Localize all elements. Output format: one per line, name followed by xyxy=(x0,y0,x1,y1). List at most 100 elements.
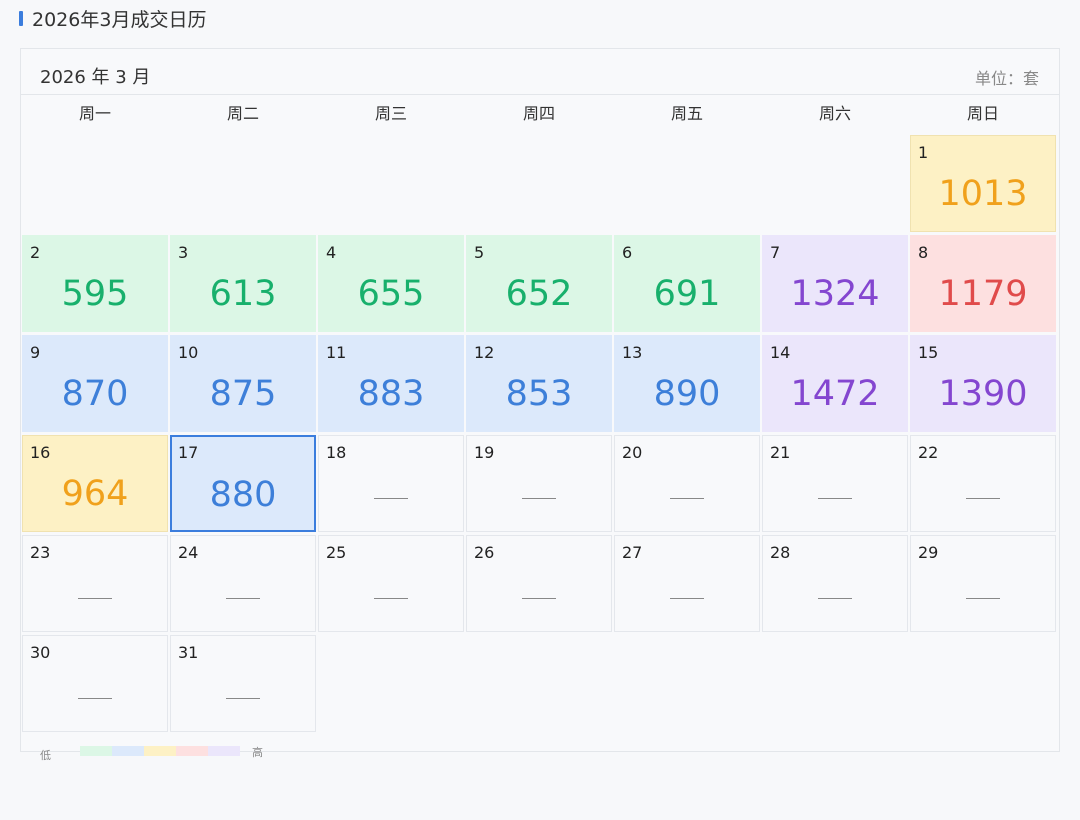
day-number: 30 xyxy=(30,643,51,662)
day-number: 26 xyxy=(474,543,495,562)
day-cell[interactable]: 3 613 xyxy=(170,235,316,332)
page-title: 2026年3月成交日历 xyxy=(32,8,207,31)
weekday-thu: 周四 xyxy=(522,104,555,123)
weekday-header-row: 周一 周二 周三 周四 周五 周六 周日 xyxy=(21,95,1059,133)
day-value: 691 xyxy=(653,274,721,314)
month-label: 2026 年 3 月 xyxy=(40,67,151,88)
weekday-mon: 周一 xyxy=(78,104,111,123)
day-value: 613 xyxy=(209,274,277,314)
day-number: 25 xyxy=(326,543,347,562)
day-number: 14 xyxy=(770,343,791,362)
no-data-dash xyxy=(670,598,704,599)
legend-swatch xyxy=(176,746,208,756)
day-cell[interactable]: 18 xyxy=(318,435,464,532)
title-accent-bar xyxy=(19,10,23,26)
day-number: 27 xyxy=(622,543,643,562)
day-number: 23 xyxy=(30,543,51,562)
day-number: 20 xyxy=(622,443,643,462)
legend-swatch xyxy=(112,746,144,756)
day-cell[interactable]: 19 xyxy=(466,435,612,532)
no-data-dash xyxy=(522,498,556,499)
day-cell[interactable]: 16 964 xyxy=(22,435,168,532)
day-number: 4 xyxy=(326,243,337,262)
day-cell[interactable]: 14 1472 xyxy=(762,335,908,432)
legend-swatch xyxy=(80,746,112,756)
day-value: 875 xyxy=(209,374,277,414)
day-cell[interactable]: 9 870 xyxy=(22,335,168,432)
day-cell[interactable]: 29 xyxy=(910,535,1056,632)
day-value: 870 xyxy=(61,374,129,414)
day-number: 2 xyxy=(30,243,41,262)
no-data-dash xyxy=(818,598,852,599)
day-value: 964 xyxy=(61,474,129,514)
calendar-grid: 1 1013 2 595 3 613 4 655 5 652 6 691 7 1324 8 1179 9 870 1… xyxy=(21,135,1059,735)
day-cell[interactable]: 2 595 xyxy=(22,235,168,332)
day-cell[interactable]: 17 880 xyxy=(170,435,316,532)
day-value: 883 xyxy=(357,374,425,414)
day-number: 16 xyxy=(30,443,51,462)
day-cell[interactable]: 30 xyxy=(22,635,168,732)
day-cell[interactable]: 15 1390 xyxy=(910,335,1056,432)
day-value: 1324 xyxy=(790,274,880,314)
day-number: 6 xyxy=(622,243,633,262)
day-value: 1179 xyxy=(938,274,1028,314)
day-cell[interactable]: 23 xyxy=(22,535,168,632)
day-value: 1013 xyxy=(938,174,1028,214)
no-data-dash xyxy=(226,698,260,699)
day-cell[interactable]: 8 1179 xyxy=(910,235,1056,332)
day-number: 13 xyxy=(622,343,643,362)
page-header: 2026年3月成交日历 xyxy=(19,6,207,31)
day-number: 3 xyxy=(178,243,189,262)
no-data-dash xyxy=(966,498,1000,499)
day-number: 12 xyxy=(474,343,495,362)
weekday-wed: 周三 xyxy=(374,104,407,123)
calendar-header: 2026 年 3 月 单位：套 xyxy=(21,49,1059,95)
day-cell[interactable]: 13 890 xyxy=(614,335,760,432)
day-cell[interactable]: 1 1013 xyxy=(910,135,1056,232)
day-cell[interactable]: 22 xyxy=(910,435,1056,532)
day-number: 29 xyxy=(918,543,939,562)
day-number: 15 xyxy=(918,343,939,362)
day-value: 655 xyxy=(357,274,425,314)
weekday-tue: 周二 xyxy=(226,104,259,123)
legend-low-label: 低 xyxy=(40,749,51,762)
day-number: 7 xyxy=(770,243,781,262)
day-cell[interactable]: 20 xyxy=(614,435,760,532)
unit-label: 单位：套 xyxy=(974,69,1039,88)
day-cell[interactable]: 21 xyxy=(762,435,908,532)
day-number: 21 xyxy=(770,443,791,462)
day-number: 22 xyxy=(918,443,939,462)
no-data-dash xyxy=(966,598,1000,599)
day-cell[interactable]: 24 xyxy=(170,535,316,632)
day-number: 9 xyxy=(30,343,41,362)
day-cell[interactable]: 28 xyxy=(762,535,908,632)
day-value: 853 xyxy=(505,374,573,414)
day-cell[interactable]: 31 xyxy=(170,635,316,732)
weekday-fri: 周五 xyxy=(670,104,703,123)
day-number: 11 xyxy=(326,343,347,362)
day-cell[interactable]: 10 875 xyxy=(170,335,316,432)
day-cell[interactable]: 27 xyxy=(614,535,760,632)
legend-high-label: 高 xyxy=(252,746,263,759)
day-number: 19 xyxy=(474,443,495,462)
day-value: 890 xyxy=(653,374,721,414)
no-data-dash xyxy=(78,698,112,699)
no-data-dash xyxy=(78,598,112,599)
day-cell[interactable]: 5 652 xyxy=(466,235,612,332)
day-cell[interactable]: 25 xyxy=(318,535,464,632)
day-cell[interactable]: 4 655 xyxy=(318,235,464,332)
day-cell[interactable]: 6 691 xyxy=(614,235,760,332)
legend-swatch xyxy=(208,746,240,756)
no-data-dash xyxy=(226,598,260,599)
no-data-dash xyxy=(670,498,704,499)
day-cell[interactable]: 7 1324 xyxy=(762,235,908,332)
day-cell[interactable]: 12 853 xyxy=(466,335,612,432)
no-data-dash xyxy=(374,598,408,599)
day-number: 18 xyxy=(326,443,347,462)
day-cell[interactable]: 11 883 xyxy=(318,335,464,432)
no-data-dash xyxy=(374,498,408,499)
day-number: 5 xyxy=(474,243,485,262)
day-cell[interactable]: 26 xyxy=(466,535,612,632)
no-data-dash xyxy=(818,498,852,499)
day-value: 652 xyxy=(505,274,573,314)
